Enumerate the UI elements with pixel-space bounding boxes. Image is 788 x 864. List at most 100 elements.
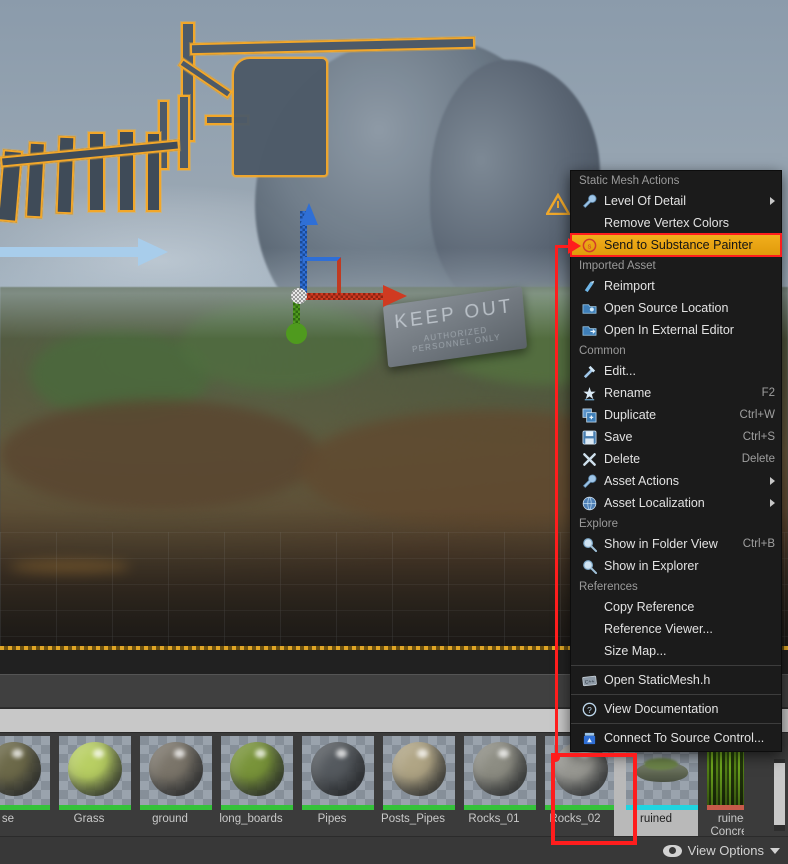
directional-light-arrow[interactable] [0,247,140,257]
context-menu-item-label: Show in Folder View [604,537,718,551]
svg-text:C++: C++ [584,678,594,685]
context-menu-item-view-documentation[interactable]: ? View Documentation [571,698,781,720]
context-menu-item-asset-localization[interactable]: Asset Localization [571,492,781,514]
context-menu-item-label: Duplicate [604,408,657,422]
asset-tile-label: ground [152,813,188,825]
eye-icon [662,844,682,857]
context-menu-item-save[interactable]: Save Ctrl+S [571,426,781,448]
selected-structure-right [232,57,328,177]
sphere-specular-highlight [174,749,185,758]
gizmo-axis-x[interactable] [303,293,391,300]
context-menu-item-label: Connect To Source Control... [604,731,765,745]
context-menu-item-copy-reference[interactable]: Copy Reference [571,596,781,618]
context-menu-item-edit[interactable]: Edit... [571,360,781,382]
context-menu-item-open-staticmesh-h[interactable]: C++ Open StaticMesh.h [571,669,781,691]
sphere-specular-highlight [336,749,347,758]
context-menu-item-open-source-location[interactable]: Open Source Location [571,297,781,319]
asset-context-menu[interactable]: Static Mesh Actions Level Of Detail Remove… [570,170,782,752]
substance-icon: s [579,237,599,253]
asset-tile-label: Pipes [317,813,347,825]
folder-open-icon [579,300,599,316]
context-menu-item-rename[interactable]: Rename F2 [571,382,781,404]
asset-type-color-bar [221,805,293,810]
context-menu-item-label: Send to Substance Painter [604,238,753,252]
asset-tile[interactable]: long_boards [215,733,293,837]
gizmo-origin[interactable] [291,288,307,304]
gizmo-axis-y-head [286,323,307,344]
gizmo-axis-x-head [383,285,407,307]
context-menu-section-header: Explore [571,514,781,533]
context-menu-item-label: Save [604,430,633,444]
context-menu-item-duplicate[interactable]: Duplicate Ctrl+W [571,404,781,426]
view-options-button[interactable]: View Options [662,843,780,858]
context-menu-separator [571,723,781,724]
context-menu-item-shortcut: Ctrl+W [739,409,775,421]
context-menu-item-label: Open StaticMesh.h [604,673,711,687]
asset-thumbnail[interactable] [383,736,455,810]
context-menu-item-show-in-folder-view[interactable]: Show in Folder View Ctrl+B [571,533,781,555]
context-menu-item-label: View Documentation [604,702,719,716]
asset-tile[interactable]: Posts_Pipes [377,733,455,837]
asset-tile[interactable]: Pipes [296,733,374,837]
source-control-icon [579,730,599,746]
asset-type-color-bar [302,805,374,810]
context-menu-item-level-of-detail[interactable]: Level Of Detail [571,190,781,212]
delete-x-icon [579,451,599,467]
context-menu-separator [571,665,781,666]
asset-tile-label: Rocks_01 [468,813,520,825]
asset-thumbnail[interactable] [0,736,50,810]
context-menu-item-show-in-explorer[interactable]: Show in Explorer [571,555,781,577]
context-menu-item-size-map[interactable]: Size Map... [571,640,781,662]
asset-tile[interactable]: se [0,733,50,837]
sphere-specular-highlight [255,749,266,758]
asset-tile-label: se [1,813,15,825]
asset-tile[interactable]: Rocks_01 [458,733,536,837]
directional-light-arrow-head [138,238,168,266]
static-mesh-preview [636,758,688,782]
asset-type-color-bar [707,805,744,810]
globe-icon [579,495,599,511]
context-menu-item-reference-viewer[interactable]: Reference Viewer... [571,618,781,640]
selected-plank-e [118,130,135,212]
gizmo-plane-handle[interactable] [303,257,341,295]
asset-type-color-bar [383,805,455,810]
context-menu-item-open-in-external-editor[interactable]: Open In External Editor [571,319,781,341]
context-menu-section-header: Common [571,341,781,360]
asset-tile[interactable]: ground [134,733,212,837]
context-menu-item-label: Copy Reference [604,600,695,614]
editor-window: KEEP OUT AUTHORIZED PERSONNEL ONLY se Gra… [0,0,788,864]
context-menu-section-header: Static Mesh Actions [571,171,781,190]
context-menu-item-connect-to-source-control[interactable]: Connect To Source Control... [571,727,781,749]
context-menu-item-send-to-substance-painter[interactable]: s Send to Substance Painter [570,233,782,257]
cpp-file-icon: C++ [579,672,599,688]
edit-hammer-icon [579,363,599,379]
context-menu-item-delete[interactable]: Delete Delete [571,448,781,470]
asset-thumbnail[interactable] [464,736,536,810]
asset-thumbnail[interactable] [302,736,374,810]
asset-tile-label: ruined [640,813,672,825]
asset-thumbnail[interactable] [140,736,212,810]
translate-gizmo[interactable] [286,203,425,344]
context-menu-item-remove-vertex-colors[interactable]: Remove Vertex Colors [571,212,781,234]
mesh-moss [644,758,678,770]
gizmo-axis-z-head [300,203,318,225]
svg-text:s: s [587,241,591,250]
asset-tile[interactable]: Grass [53,733,131,837]
context-menu-item-label: Remove Vertex Colors [604,216,730,230]
warning-triangle-icon [546,193,570,215]
context-menu-item-label: Asset Actions [604,474,680,488]
selected-plank-d [88,132,105,212]
context-menu-item-label: Show in Explorer [604,559,699,573]
root-blob-1 [0,400,320,510]
asset-thumbnail[interactable] [59,736,131,810]
context-menu-item-asset-actions[interactable]: Asset Actions [571,470,781,492]
selected-post-2 [178,95,190,170]
asset-type-color-bar [626,805,698,810]
svg-text:?: ? [587,704,592,714]
content-browser-scrollbar-thumb[interactable] [774,763,785,825]
asset-thumbnail[interactable] [221,736,293,810]
submenu-chevron-right-icon [770,197,775,205]
asset-tile-label: Rocks_02 [549,813,601,825]
context-menu-separator [571,694,781,695]
context-menu-item-reimport[interactable]: Reimport [571,275,781,297]
